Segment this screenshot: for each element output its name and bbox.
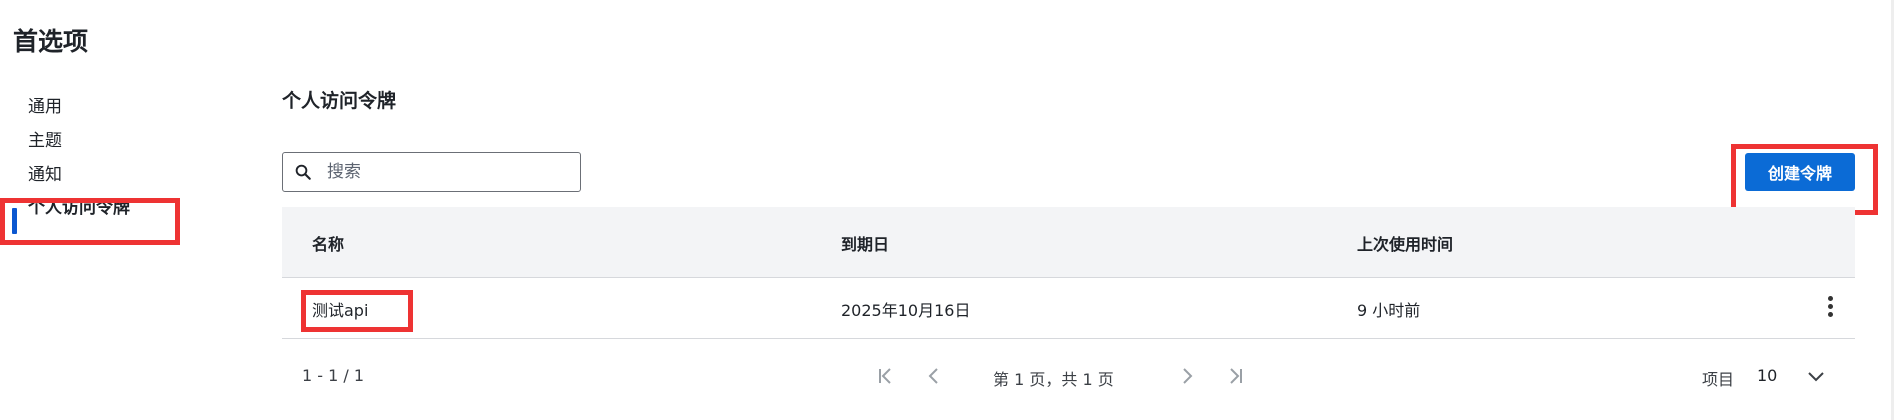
- sidebar-item-general[interactable]: 通用: [28, 92, 62, 117]
- search-input[interactable]: [327, 153, 567, 190]
- token-last-used: 9 小时前: [1357, 301, 1421, 320]
- column-header-expiry[interactable]: 到期日: [841, 231, 889, 255]
- search-box: [282, 152, 581, 192]
- page-title: 首选项: [13, 27, 89, 56]
- create-token-button[interactable]: 创建令牌: [1745, 153, 1855, 191]
- first-page-icon[interactable]: [874, 364, 898, 388]
- table-row[interactable]: 测试api 2025年10月16日 9 小时前: [282, 278, 1855, 339]
- section-title: 个人访问令牌: [282, 90, 397, 112]
- sidebar-item-personal-access-tokens[interactable]: 个人访问令牌: [28, 193, 130, 218]
- chevron-down-icon[interactable]: [1804, 364, 1828, 388]
- per-page-label: 项目: [1702, 370, 1735, 389]
- search-icon: [295, 164, 311, 180]
- column-header-last-used[interactable]: 上次使用时间: [1357, 231, 1453, 255]
- sidebar-item-notifications[interactable]: 通知: [28, 160, 62, 185]
- last-page-icon[interactable]: [1223, 364, 1247, 388]
- row-actions-menu-icon[interactable]: [1825, 294, 1835, 320]
- per-page-select[interactable]: 10: [1757, 366, 1777, 385]
- token-expiry: 2025年10月16日: [841, 301, 971, 320]
- token-name[interactable]: 测试api: [312, 297, 368, 321]
- previous-page-icon[interactable]: [922, 364, 946, 388]
- table-header: 名称 到期日 上次使用时间: [282, 207, 1855, 278]
- column-header-name[interactable]: 名称: [312, 231, 344, 255]
- sidebar-item-theme[interactable]: 主题: [28, 126, 62, 151]
- pagination: 1 - 1 / 1 第 1 页，共 1 页 项目 10: [282, 358, 1855, 398]
- page-info: 第 1 页，共 1 页: [993, 370, 1114, 389]
- next-page-icon[interactable]: [1175, 364, 1199, 388]
- active-indicator: [12, 208, 17, 234]
- pagination-range: 1 - 1 / 1: [302, 366, 365, 385]
